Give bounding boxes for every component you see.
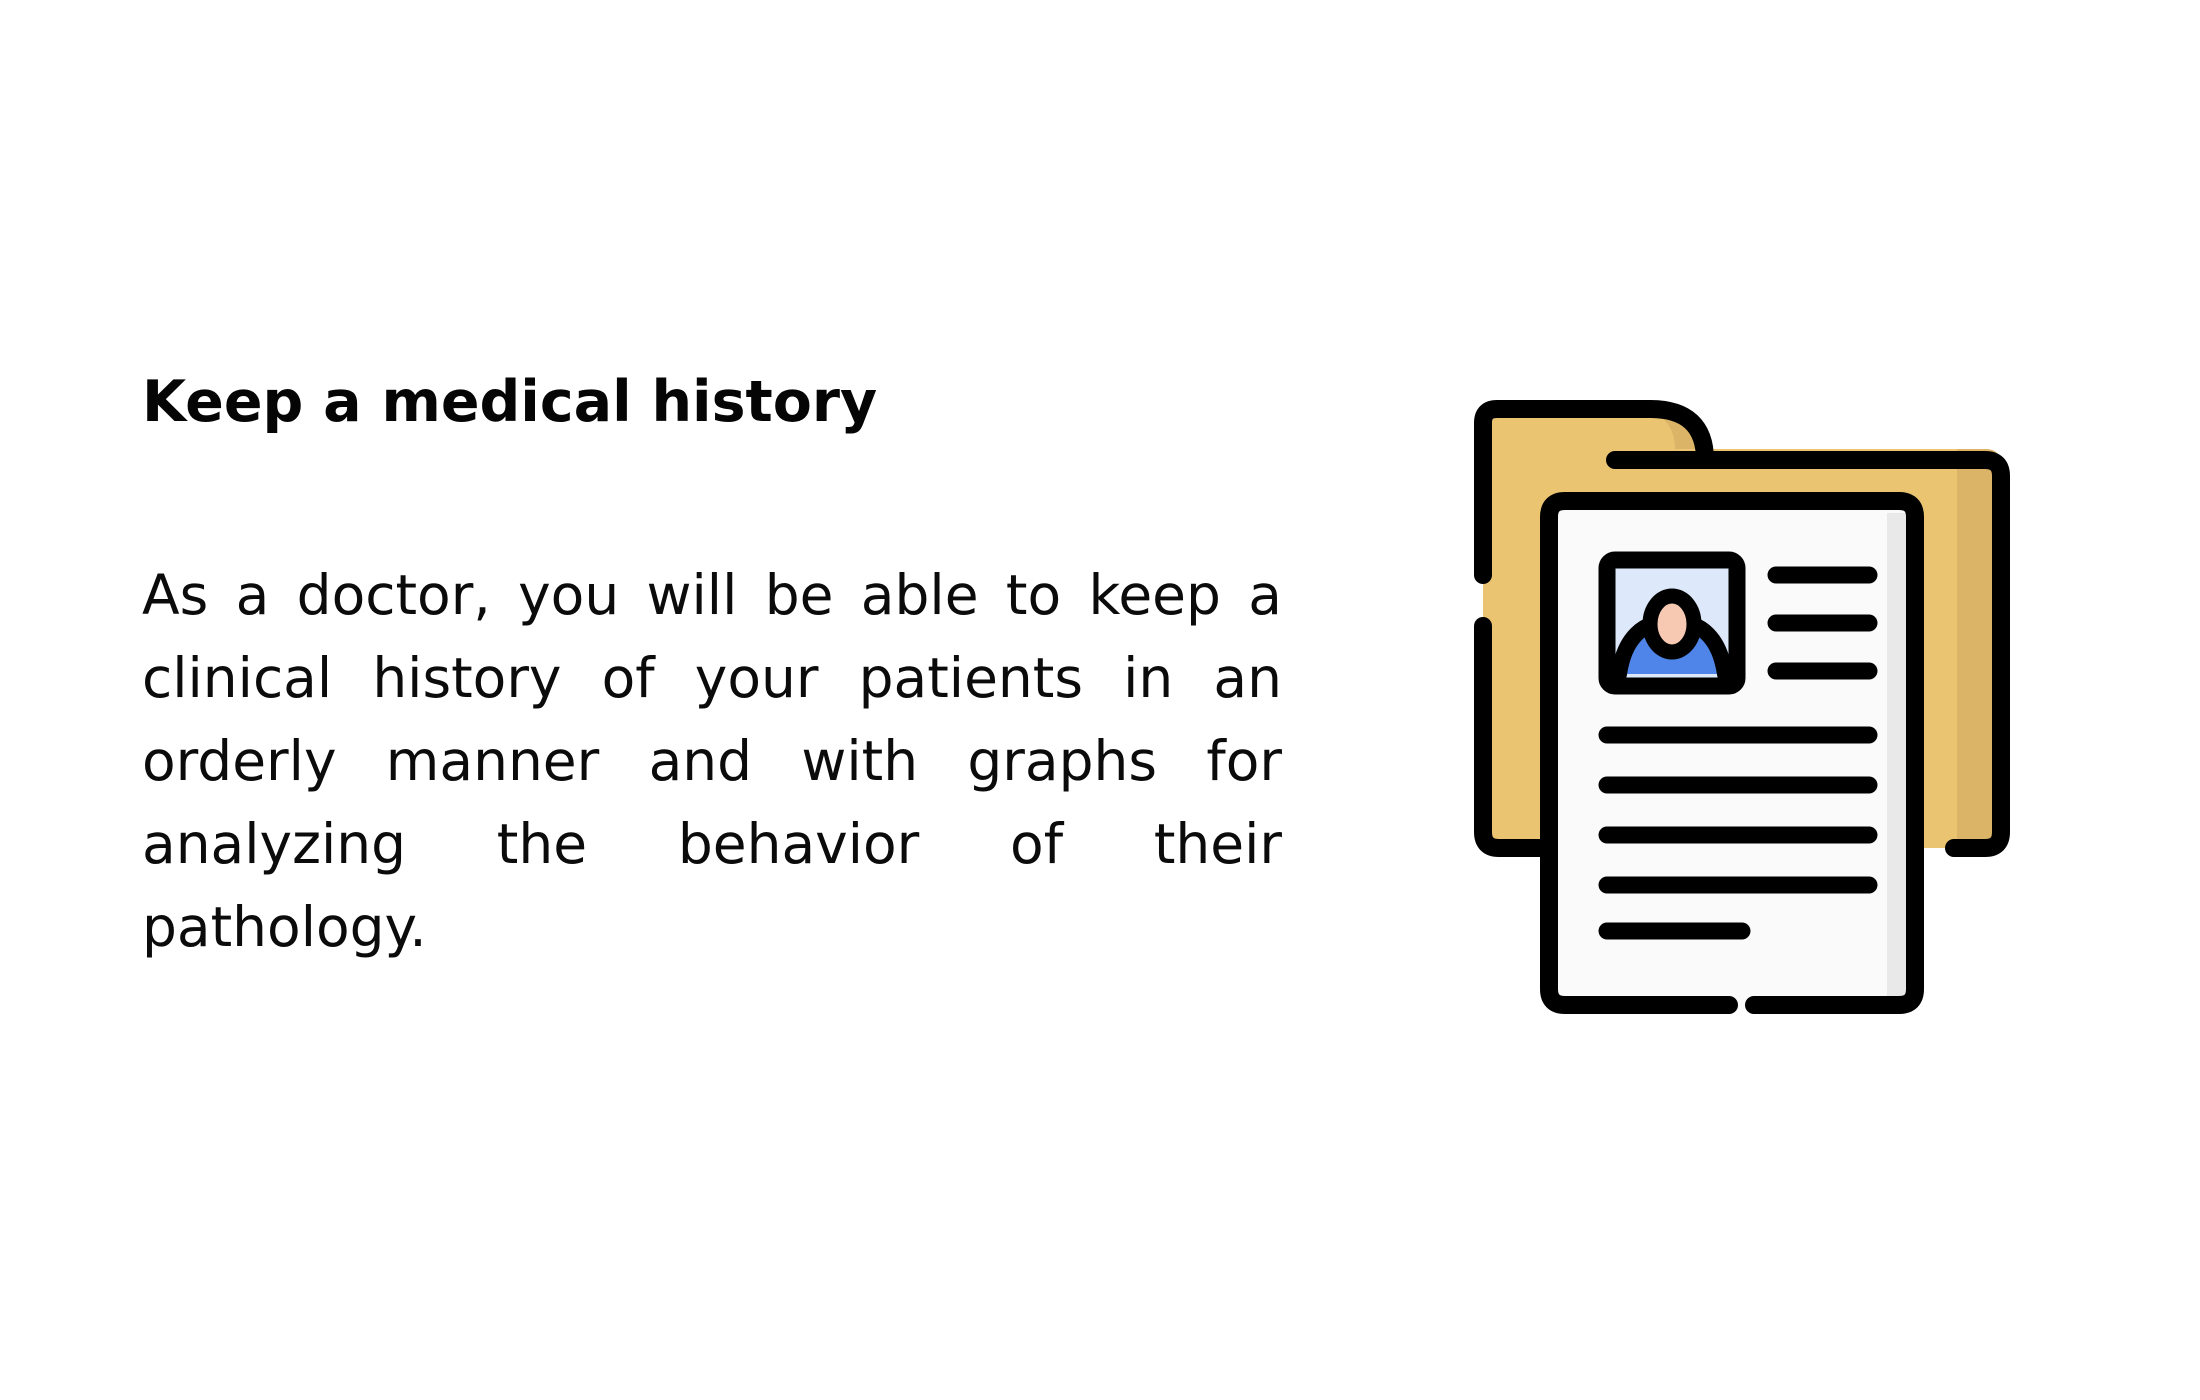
feature-description: As a doctor, you will be able to keep a … [142, 563, 1282, 959]
feature-text: Keep a medical history As a doctor, you … [142, 360, 1282, 969]
feature-section: Keep a medical history As a doctor, you … [0, 0, 2200, 1400]
paper-shade [1887, 513, 1909, 1004]
feature-title: Keep a medical history [142, 369, 878, 435]
medical-record-folder-icon [1465, 395, 2025, 1025]
avatar-head-icon [1642, 588, 1702, 660]
